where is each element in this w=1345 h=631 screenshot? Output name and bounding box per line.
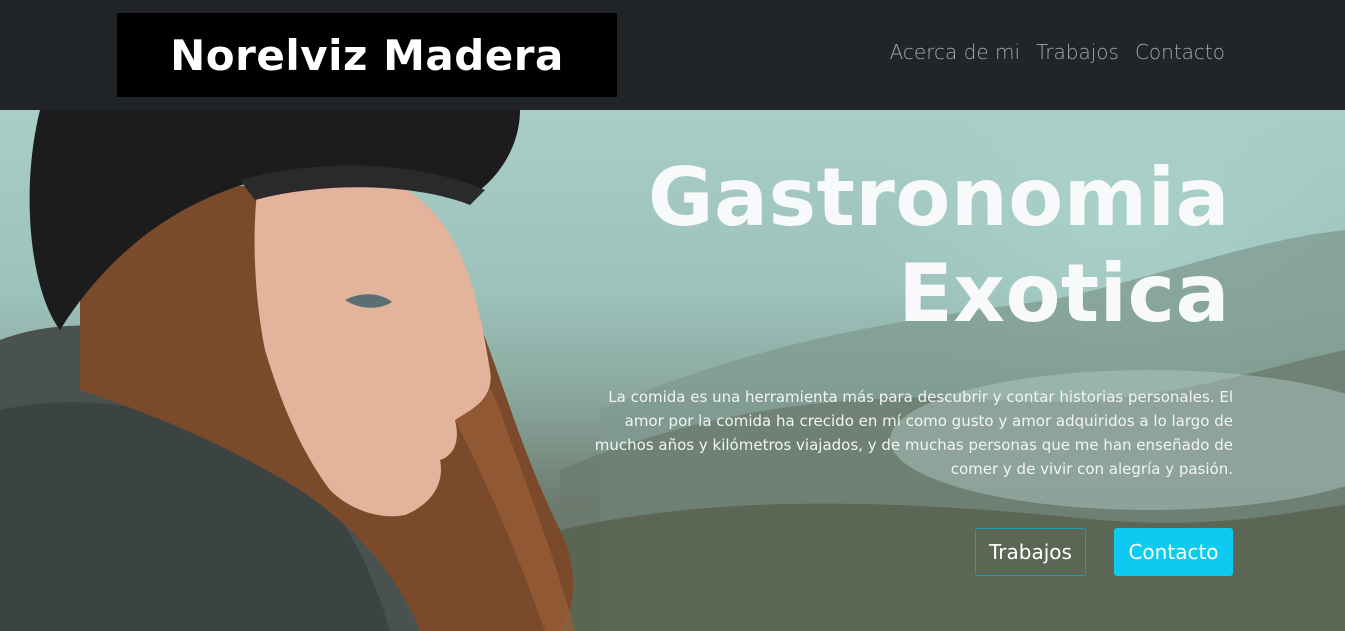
top-navbar: Norelviz Madera Acerca de mi Trabajos Co…	[0, 0, 1345, 110]
brand-logo-link[interactable]: Norelviz Madera	[117, 13, 617, 97]
nav-link-works[interactable]: Trabajos	[1036, 40, 1119, 64]
hero-title: Gastronomia Exotica	[530, 150, 1230, 342]
hero-description: La comida es una herramienta más para de…	[594, 388, 1233, 478]
works-button[interactable]: Trabajos	[975, 528, 1086, 576]
hero-section: Gastronomia Exotica La comida es una her…	[0, 110, 1345, 631]
contact-button[interactable]: Contacto	[1114, 528, 1233, 576]
nav-link-contact[interactable]: Contacto	[1135, 40, 1225, 64]
hero-title-line1: Gastronomia	[647, 151, 1230, 244]
nav-link-about[interactable]: Acerca de mi	[890, 40, 1020, 64]
nav-links: Acerca de mi Trabajos Contacto	[890, 40, 1225, 64]
hero-title-line2: Exotica	[898, 247, 1230, 340]
